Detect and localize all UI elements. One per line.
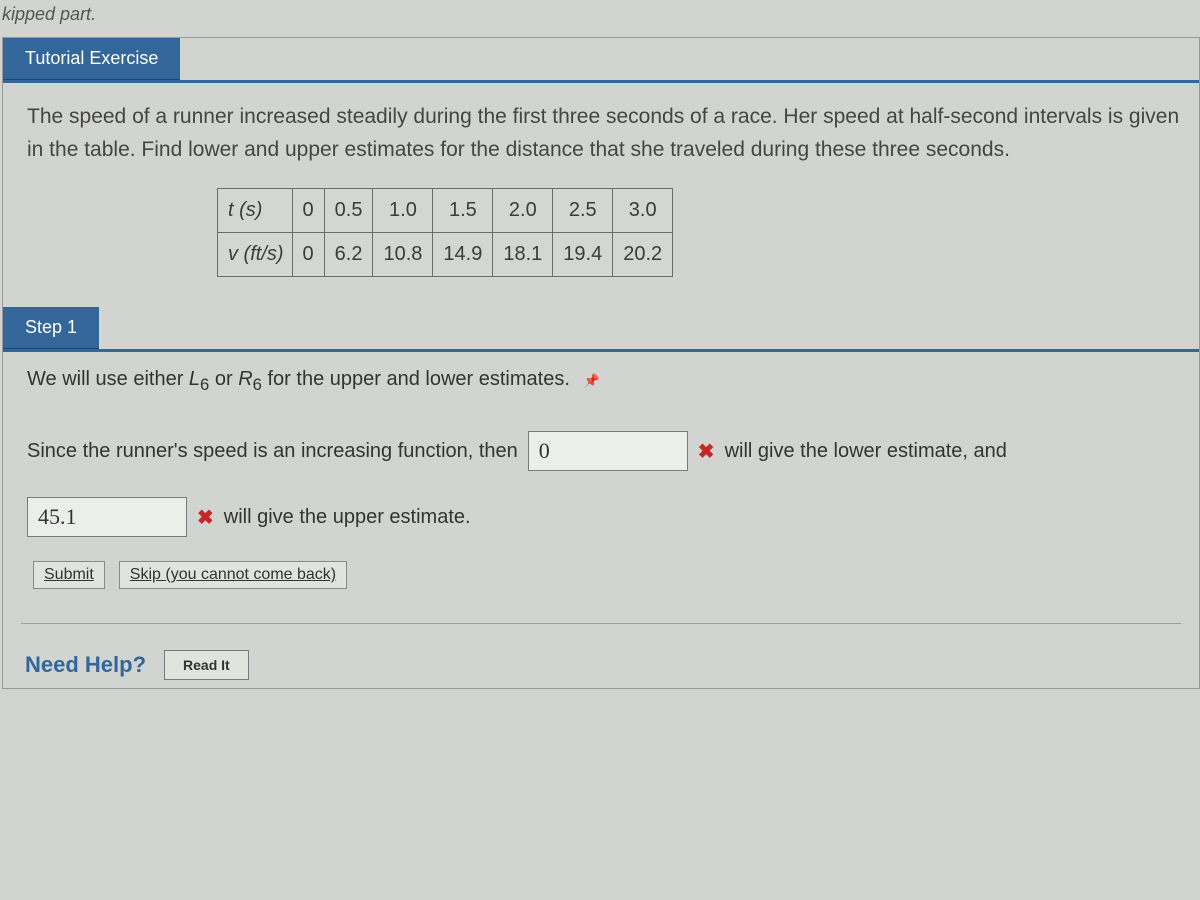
problem-text: The speed of a runner increased steadily… xyxy=(27,101,1181,166)
cell: 18.1 xyxy=(493,233,553,277)
cell: 1.0 xyxy=(373,189,433,233)
fillin-row-1: Since the runner's speed is an increasin… xyxy=(3,427,1199,475)
table-row: t (s) 0 0.5 1.0 1.5 2.0 2.5 3.0 xyxy=(218,189,673,233)
answer-input-2[interactable]: 45.1 xyxy=(27,497,187,537)
need-help-label: Need Help? xyxy=(25,652,146,678)
cell: 2.5 xyxy=(553,189,613,233)
text: We will use either xyxy=(27,368,189,390)
cell: 0.5 xyxy=(324,189,373,233)
button-row: Submit Skip (you cannot come back) xyxy=(3,541,1199,597)
incorrect-icon: ✖ xyxy=(197,505,214,530)
sub6: 6 xyxy=(200,375,209,394)
incorrect-icon: ✖ xyxy=(698,439,715,464)
table-row: v (ft/s) 0 6.2 10.8 14.9 18.1 19.4 20.2 xyxy=(218,233,673,277)
row-label-t: t (s) xyxy=(218,189,293,233)
data-table: t (s) 0 0.5 1.0 1.5 2.0 2.5 3.0 v (ft/s)… xyxy=(217,188,673,277)
cell: 20.2 xyxy=(613,233,673,277)
cell: 0 xyxy=(292,189,324,233)
cell: 6.2 xyxy=(324,233,373,277)
submit-button[interactable]: Submit xyxy=(33,561,105,589)
answer-input-1[interactable]: 0 xyxy=(528,431,688,471)
tutorial-bar: Tutorial Exercise xyxy=(3,38,1199,83)
cell: 0 xyxy=(292,233,324,277)
text-L: L xyxy=(189,368,200,390)
text: for the upper and lower estimates. xyxy=(262,368,570,390)
step1-header: Step 1 xyxy=(3,307,99,349)
cell: 19.4 xyxy=(553,233,613,277)
row-label-v: v (ft/s) xyxy=(218,233,293,277)
sub6: 6 xyxy=(253,375,262,394)
cell: 10.8 xyxy=(373,233,433,277)
step1-bar: Step 1 xyxy=(3,307,1199,352)
exercise-container: Tutorial Exercise The speed of a runner … xyxy=(2,37,1200,689)
cell: 1.5 xyxy=(433,189,493,233)
text-or: or xyxy=(209,368,238,390)
text-R: R xyxy=(238,368,252,390)
step1-intro: We will use either L6 or R6 for the uppe… xyxy=(3,354,1199,401)
need-help-row: Need Help? Read It xyxy=(3,624,1199,688)
cell: 3.0 xyxy=(613,189,673,233)
problem-block: The speed of a runner increased steadily… xyxy=(3,85,1199,307)
pin-icon: 📌 xyxy=(583,373,599,388)
cell: 14.9 xyxy=(433,233,493,277)
skipped-part-note: kipped part. xyxy=(0,0,1200,35)
skip-button[interactable]: Skip (you cannot come back) xyxy=(119,561,347,589)
text: will give the upper estimate. xyxy=(224,506,471,529)
text: will give the lower estimate, and xyxy=(725,440,1007,463)
read-it-button[interactable]: Read It xyxy=(164,650,249,680)
cell: 2.0 xyxy=(493,189,553,233)
tutorial-header: Tutorial Exercise xyxy=(3,38,180,80)
text: Since the runner's speed is an increasin… xyxy=(27,440,518,463)
fillin-row-2: 45.1 ✖ will give the upper estimate. xyxy=(3,493,1199,541)
